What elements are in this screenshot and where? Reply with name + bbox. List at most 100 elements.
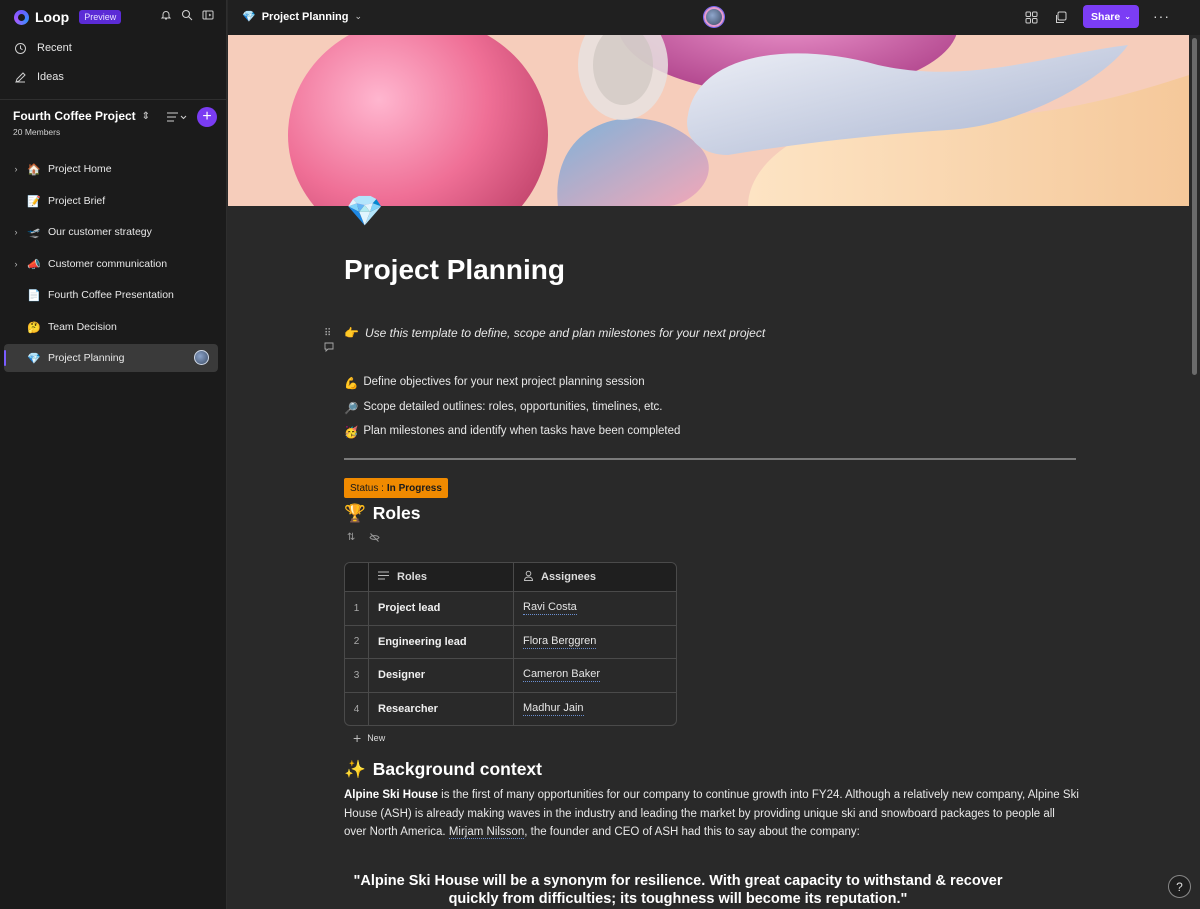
- chevron-down-icon: ⌄: [354, 11, 363, 21]
- nav-recent[interactable]: Recent: [14, 40, 72, 56]
- comment-icon[interactable]: [324, 342, 334, 358]
- help-button[interactable]: ?: [1168, 875, 1191, 898]
- table-row[interactable]: 3 Designer Cameron Baker: [345, 658, 676, 692]
- column-header-roles[interactable]: Roles: [369, 563, 514, 591]
- intro-text[interactable]: 👉 Use this template to define, scope and…: [344, 326, 765, 340]
- sidebar-item-label: Project Home: [48, 163, 112, 175]
- more-options-icon[interactable]: ···: [1153, 8, 1170, 24]
- workspace-members: 20 Members: [13, 127, 61, 137]
- list-item-text: Plan milestones and identify when tasks …: [363, 425, 681, 437]
- status-value: In Progress: [386, 482, 442, 494]
- top-bar: 💎 Project Planning ⌄ Share ⌄ ···: [228, 0, 1200, 35]
- paragraph-text: , the founder and CEO of ASH had this to…: [524, 826, 860, 838]
- pen-icon: [14, 71, 27, 84]
- assignee-cell[interactable]: Madhur Jain: [514, 693, 676, 726]
- workspace-title[interactable]: Fourth Coffee Project ⇕: [13, 109, 150, 123]
- list-item[interactable]: 🔎 Scope detailed outlines: roles, opport…: [344, 401, 663, 415]
- scrollbar-thumb[interactable]: [1192, 38, 1197, 375]
- assignee-name[interactable]: Madhur Jain: [523, 702, 584, 717]
- role-cell[interactable]: Designer: [369, 659, 514, 692]
- scrollbar[interactable]: [1189, 35, 1200, 909]
- role-cell[interactable]: Engineering lead: [369, 625, 514, 659]
- page-content: 💎 Project Planning ⠿ 👉 Use this template…: [228, 195, 1189, 909]
- assignee-name[interactable]: Cameron Baker: [523, 668, 601, 683]
- app-name: Loop: [35, 9, 70, 25]
- table-row[interactable]: 2 Engineering lead Flora Berggren: [345, 624, 676, 659]
- search-icon[interactable]: [181, 9, 193, 21]
- document-icon: 📄: [27, 289, 41, 302]
- components-icon[interactable]: [1024, 10, 1038, 24]
- sidebar-item-project-planning[interactable]: 💎 Project Planning: [4, 344, 218, 372]
- nav-ideas[interactable]: Ideas: [14, 69, 64, 85]
- table-tools: ⇅: [347, 532, 380, 546]
- role-cell[interactable]: Project lead: [369, 592, 514, 625]
- sidebar-item-fourth-coffee-presentation[interactable]: 📄 Fourth Coffee Presentation: [4, 281, 218, 309]
- sidebar-item-customer-communication[interactable]: › 📣 Customer communication: [4, 250, 218, 278]
- avatar[interactable]: [194, 350, 209, 365]
- sidebar-item-label: Project Planning: [48, 352, 125, 364]
- memo-icon: 📝: [27, 195, 41, 208]
- sidebar-item-team-decision[interactable]: 🤔 Team Decision: [4, 313, 218, 341]
- avatar[interactable]: [704, 7, 724, 27]
- sidebar-item-project-brief[interactable]: 📝 Project Brief: [4, 187, 218, 215]
- table-row[interactable]: 4 Researcher Madhur Jain: [345, 691, 676, 726]
- sidebar-item-label: Team Decision: [48, 321, 117, 333]
- airplane-icon: 🛫: [27, 226, 41, 239]
- sparkles-icon: ✨: [344, 759, 366, 779]
- sort-menu-icon[interactable]: [166, 111, 188, 123]
- role-cell[interactable]: Researcher: [369, 692, 514, 726]
- assignee-name[interactable]: Flora Berggren: [523, 635, 597, 649]
- expand-chevron-icon[interactable]: ›: [11, 227, 21, 237]
- bell-icon[interactable]: [160, 9, 172, 21]
- breadcrumb[interactable]: 💎 Project Planning ⌄: [242, 10, 363, 24]
- background-heading[interactable]: ✨ Background context: [344, 759, 542, 780]
- clock-icon: [14, 42, 27, 55]
- megaphone-icon: 📣: [27, 258, 41, 271]
- add-row-label: New: [367, 733, 386, 743]
- roles-heading[interactable]: 🏆 Roles: [344, 503, 420, 524]
- status-badge[interactable]: Status : In Progress: [344, 478, 448, 498]
- column-header-assignees[interactable]: Assignees: [514, 563, 676, 591]
- table-header-row: Roles Assignees: [345, 563, 676, 591]
- sidebar: Loop Preview Recent Ideas Fourth Coffee …: [0, 0, 227, 909]
- sidebar-top-icons: [160, 9, 214, 21]
- switch-workspace-icon: ⇕: [141, 110, 151, 122]
- expand-chevron-icon[interactable]: ›: [11, 164, 21, 174]
- cover-image: [228, 35, 1189, 206]
- background-paragraph[interactable]: Alpine Ski House is the first of many op…: [344, 786, 1079, 842]
- share-button[interactable]: Share ⌄: [1083, 5, 1139, 28]
- assignee-cell[interactable]: Flora Berggren: [514, 626, 676, 659]
- preview-badge: Preview: [79, 10, 122, 24]
- nav-ideas-label: Ideas: [37, 71, 64, 83]
- page-title[interactable]: Project Planning: [344, 254, 565, 286]
- page-icon[interactable]: 💎: [346, 194, 383, 229]
- sort-icon[interactable]: ⇅: [347, 532, 355, 546]
- loop-logo-icon: [14, 9, 29, 25]
- sidebar-item-project-home[interactable]: › 🏠 Project Home: [4, 155, 218, 183]
- add-row-button[interactable]: + New: [353, 731, 386, 745]
- assignee-cell[interactable]: Ravi Costa: [514, 592, 676, 625]
- list-item[interactable]: 🥳 Plan milestones and identify when task…: [344, 425, 680, 439]
- brand[interactable]: Loop Preview: [14, 8, 122, 26]
- magnifier-icon: 🔎: [344, 403, 359, 415]
- list-item-text: Scope detailed outlines: roles, opportun…: [363, 401, 663, 413]
- add-page-button[interactable]: +: [197, 107, 217, 127]
- column-header-label: Assignees: [541, 571, 597, 583]
- table-row[interactable]: 1 Project lead Ravi Costa: [345, 591, 676, 625]
- drag-handle-icon[interactable]: ⠿: [324, 326, 334, 342]
- copy-icon[interactable]: [1053, 10, 1067, 24]
- flexed-bicep-icon: 💪: [344, 378, 359, 390]
- roles-table: Roles Assignees 1 Project lead Ravi Cost…: [344, 562, 677, 727]
- sidebar-item-label: Customer communication: [48, 258, 168, 270]
- gem-icon: 💎: [27, 352, 41, 365]
- expand-chevron-icon[interactable]: ›: [11, 259, 21, 269]
- assignee-cell[interactable]: Cameron Baker: [514, 659, 676, 692]
- assignee-name[interactable]: Ravi Costa: [523, 601, 577, 616]
- hide-icon[interactable]: [369, 532, 380, 546]
- sidebar-item-customer-strategy[interactable]: › 🛫 Our customer strategy: [4, 218, 218, 246]
- share-label: Share: [1091, 10, 1121, 23]
- gem-icon: 💎: [242, 11, 256, 23]
- quote[interactable]: "Alpine Ski House will be a synonym for …: [338, 872, 1018, 908]
- collapse-sidebar-icon[interactable]: [202, 9, 214, 21]
- list-item[interactable]: 💪 Define objectives for your next projec…: [344, 376, 645, 390]
